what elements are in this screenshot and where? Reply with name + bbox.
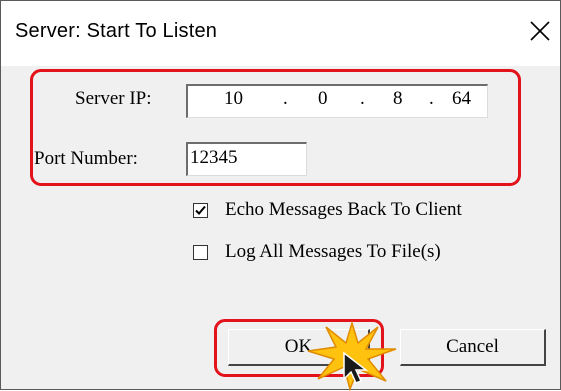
checkmark-icon: [195, 205, 206, 215]
dialog-window: Server: Start To Listen Server IP: 10 . …: [0, 0, 561, 391]
log-checkbox-label[interactable]: Log All Messages To File(s): [225, 241, 441, 263]
title-bar: Server: Start To Listen: [1, 1, 560, 66]
cancel-button[interactable]: Cancel: [400, 329, 546, 366]
echo-checkbox[interactable]: [193, 203, 208, 218]
log-checkbox[interactable]: [193, 245, 208, 260]
cancel-button-label: Cancel: [446, 336, 499, 357]
close-icon[interactable]: [526, 17, 554, 45]
fields-highlight: [30, 69, 521, 186]
window-title: Server: Start To Listen: [15, 20, 218, 42]
mouse-cursor-icon: [343, 351, 369, 384]
echo-checkbox-label[interactable]: Echo Messages Back To Client: [225, 199, 462, 221]
